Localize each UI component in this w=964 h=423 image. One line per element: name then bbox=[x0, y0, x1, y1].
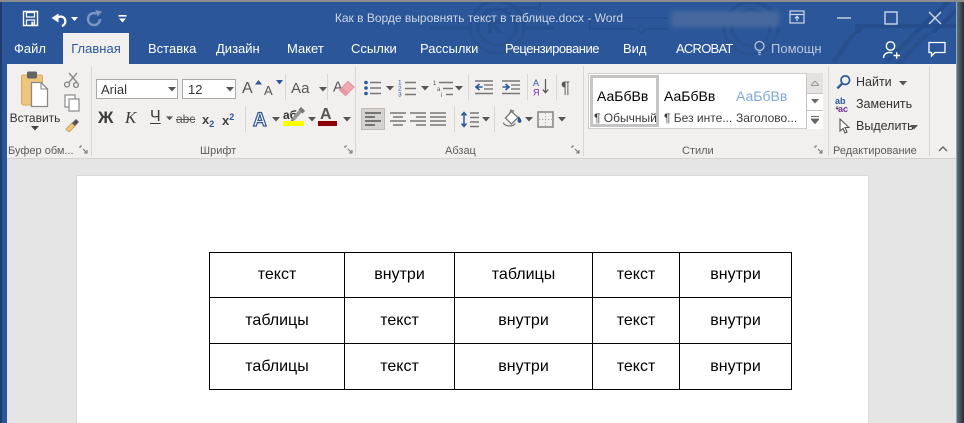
svg-text:3: 3 bbox=[398, 92, 402, 98]
svg-text:А: А bbox=[253, 110, 267, 129]
svg-text:ac: ac bbox=[838, 104, 848, 113]
svg-text:А: А bbox=[533, 78, 539, 88]
svg-text:Я: Я bbox=[533, 88, 540, 98]
svg-text:i: i bbox=[441, 93, 442, 97]
